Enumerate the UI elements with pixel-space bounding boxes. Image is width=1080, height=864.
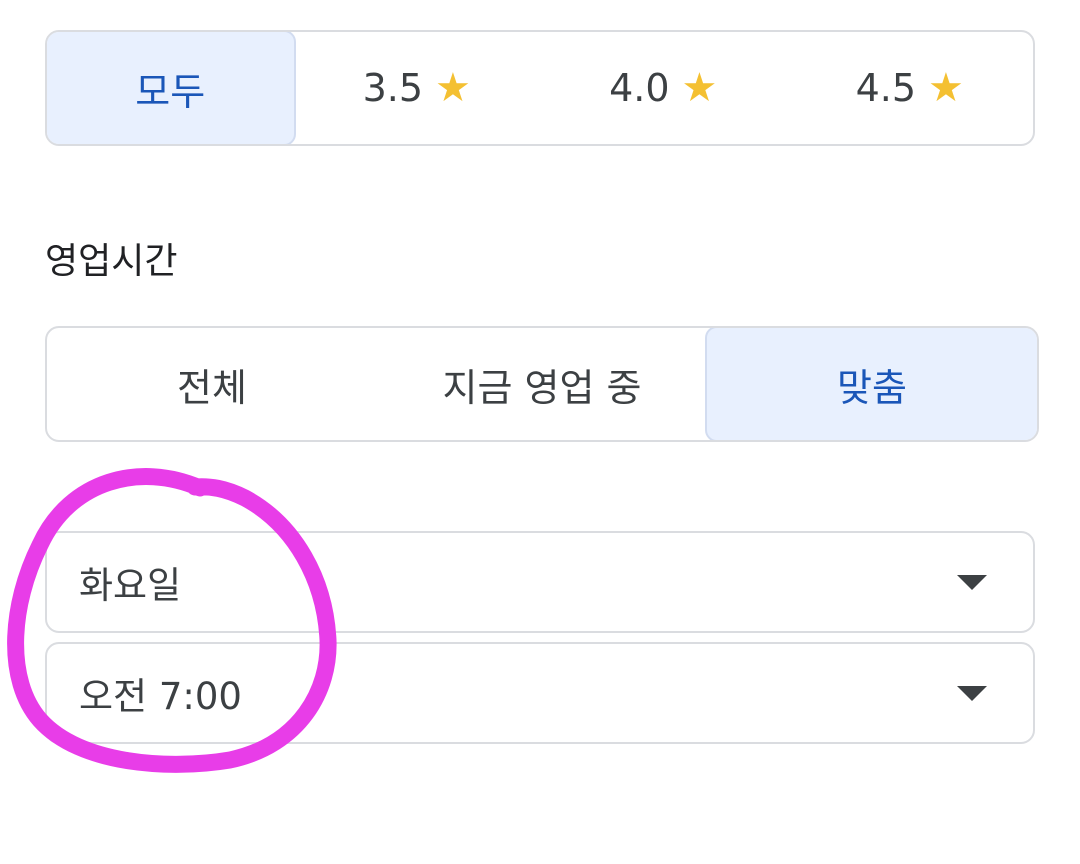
- rating-option-label: 4.5: [855, 66, 917, 110]
- hours-section-title: 영업시간: [45, 241, 178, 282]
- star-icon: ★: [435, 65, 471, 111]
- rating-option-4-0[interactable]: 4.0 ★: [540, 32, 787, 144]
- time-select-value: 오전 7:00: [79, 675, 242, 718]
- rating-option-label: 4.0: [609, 66, 670, 110]
- star-icon: ★: [928, 65, 964, 111]
- hours-option-custom[interactable]: 맞춤: [705, 328, 1037, 440]
- rating-option-all[interactable]: 모두: [47, 32, 296, 144]
- day-select-value: 화요일: [79, 564, 182, 607]
- rating-option-label: 모두: [135, 69, 206, 114]
- time-select[interactable]: 오전 7:00: [45, 642, 1035, 744]
- hours-option-label: 지금 영업 중: [442, 365, 642, 410]
- star-icon: ★: [681, 65, 718, 111]
- hours-option-all[interactable]: 전체: [47, 328, 377, 440]
- rating-filter: 모두 3.5 ★ 4.0 ★ 4.5 ★: [45, 30, 1035, 146]
- hours-filter: 전체 지금 영업 중 맞춤: [45, 326, 1039, 442]
- rating-option-label: 3.5: [362, 66, 424, 110]
- hours-option-open-now[interactable]: 지금 영업 중: [377, 328, 707, 440]
- hours-option-label: 맞춤: [837, 365, 907, 410]
- rating-option-3-5[interactable]: 3.5 ★: [294, 32, 541, 144]
- filter-panel: 모두 3.5 ★ 4.0 ★ 4.5 ★ 영업시간 전체 지금 영업 중 맞춤 …: [0, 0, 1080, 864]
- rating-option-4-5[interactable]: 4.5 ★: [787, 32, 1034, 144]
- dropdown-caret-icon: [957, 685, 987, 701]
- hours-option-label: 전체: [177, 365, 247, 410]
- day-select[interactable]: 화요일: [45, 531, 1035, 633]
- dropdown-caret-icon: [957, 574, 987, 590]
